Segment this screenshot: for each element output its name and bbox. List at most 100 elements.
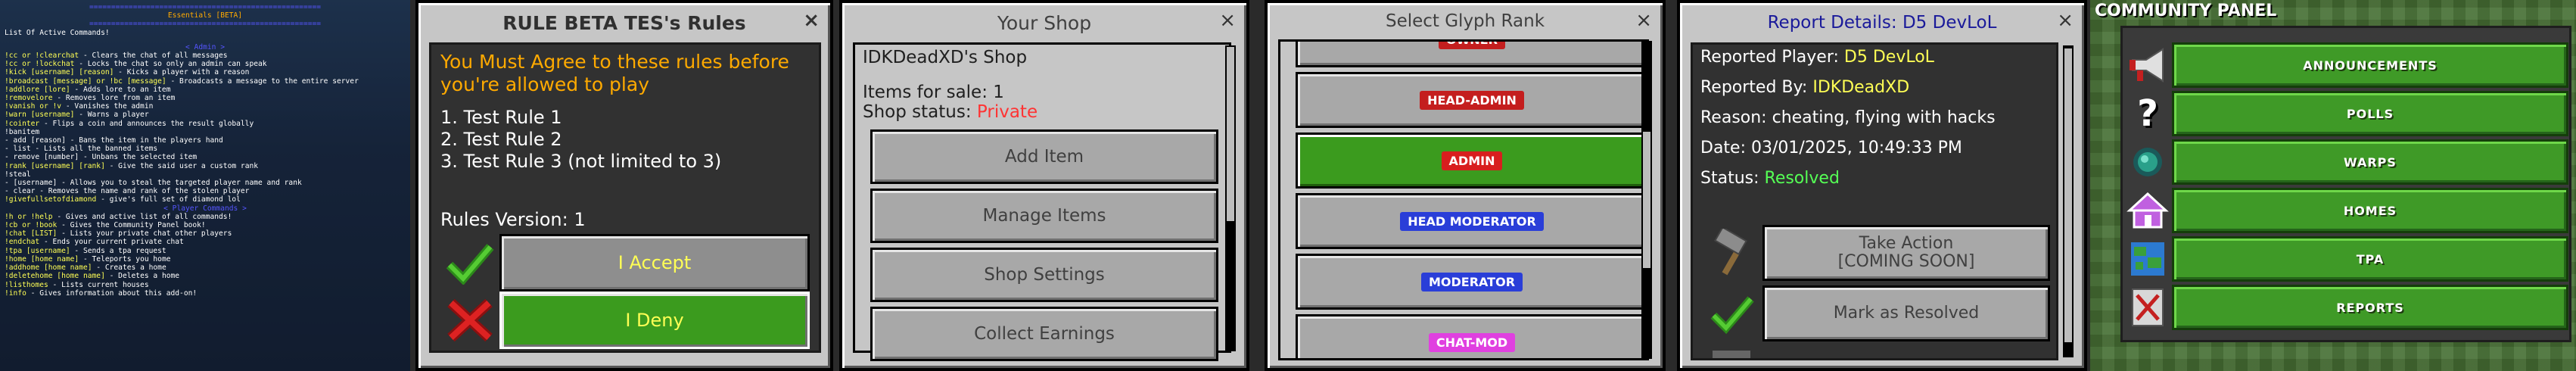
chat-line: !warn [username] - Warns a player	[5, 111, 149, 120]
community-item-reports[interactable]: REPORTS	[2123, 285, 2568, 330]
chat-line: !givefullsetofdiamond - give's full set …	[5, 195, 241, 204]
chat-line: !vanish or !v - Vanishes the admin	[5, 102, 154, 111]
rank-option-chat-mod[interactable]: CHAT-MOD	[1296, 314, 1647, 358]
reported-player: Reported Player: D5 DevLoL	[1700, 48, 1934, 67]
shop-settings-button[interactable]: Shop Settings	[870, 248, 1218, 302]
shop-owner: IDKDeadXD's Shop	[863, 48, 1028, 67]
rank-option-head-admin[interactable]: HEAD-ADMIN	[1296, 72, 1647, 128]
rank-option-admin[interactable]: ADMIN	[1296, 132, 1647, 189]
scrollbar-thumb[interactable]	[1643, 132, 1650, 268]
rank-tag: ADMIN	[1441, 151, 1503, 170]
chat-line: !endchat - Ends your current private cha…	[5, 238, 184, 247]
chat-line: !addlore [lore] - Adds lore to an item	[5, 85, 171, 94]
rule-item: 2. Test Rule 2	[440, 129, 562, 150]
chat-line: - add [reason] - Bans the item in the pl…	[5, 136, 223, 145]
hammer-icon	[1702, 225, 1762, 281]
admin-section-header: < Admin >	[185, 42, 225, 51]
chat-line: !addhome [home name] - Creates a home	[5, 263, 166, 273]
report-details-dialog: Report Details: D5 DevLoL × Reported Pla…	[1674, 0, 2090, 371]
rule-item: 3. Test Rule 3 (not limited to 3)	[440, 151, 722, 172]
community-item-homes[interactable]: HOMES	[2123, 188, 2568, 233]
chat-line: !chat [LIST] - Lists your private chat o…	[5, 229, 232, 238]
scrollbar-thumb[interactable]	[1227, 47, 1234, 221]
megaphone-icon	[2123, 42, 2172, 88]
rank-tag: CHAT-MOD	[1428, 332, 1516, 352]
close-icon[interactable]: ×	[1635, 9, 1652, 32]
rules-title: RULE BETA TES's Rules	[502, 11, 746, 34]
x-mark-icon	[440, 292, 499, 349]
chat-panel: ========================================…	[0, 0, 410, 371]
chat-line: - list - Lists all the banned items	[5, 145, 158, 154]
coming-soon-label: [COMING SOON]	[1837, 252, 1975, 271]
take-action-label: Take Action	[1859, 234, 1954, 253]
deny-button[interactable]: I Deny	[499, 292, 810, 349]
reported-by: Reported By: IDKDeadXD	[1700, 78, 1910, 97]
chat-line: !tpa [username] - Sends a tpa request	[5, 246, 166, 255]
scrollbar-thumb[interactable]	[2064, 48, 2072, 342]
accept-button[interactable]: I Accept	[499, 234, 810, 292]
rules-warning: You Must Agree to these rules before you…	[440, 51, 789, 95]
report-status-value: Resolved	[1764, 169, 1840, 188]
admin-command-list: !cc or !clearchat - Clears the chat of a…	[5, 51, 406, 204]
chat-line: !removelore - Removes lore from an item	[5, 94, 176, 103]
checkmark-icon	[440, 234, 499, 292]
community-panel-title: COMMUNITY PANEL	[2095, 2, 2277, 20]
chat-line: !cb or !book - Gives the Community Panel…	[5, 221, 206, 230]
polls-button[interactable]: POLLS	[2172, 91, 2568, 136]
reported-by-value: IDKDeadXD	[1812, 78, 1910, 97]
chat-line: !rank [username] [rank] - Give the said …	[5, 161, 259, 170]
manage-items-button[interactable]: Manage Items	[870, 189, 1218, 243]
chat-line: !steal	[5, 170, 31, 179]
mark-resolved-button[interactable]: Mark as Resolved	[1762, 285, 2050, 341]
rank-option-head-moderator[interactable]: HEAD MODERATOR	[1296, 193, 1647, 249]
chat-line: !cointer - Flips a coin and announces th…	[5, 119, 254, 128]
close-icon[interactable]: ×	[803, 9, 820, 32]
chat-line: !home [home name] - Teleports you home	[5, 254, 171, 263]
report-status: Status: Resolved	[1700, 169, 1840, 188]
add-item-button[interactable]: Add Item	[870, 129, 1218, 184]
announcements-button[interactable]: ANNOUNCEMENTS	[2172, 42, 2568, 88]
collect-earnings-button[interactable]: Collect Earnings	[870, 307, 1218, 361]
rank-tag: OWNER	[1439, 42, 1505, 49]
rank-option-moderator[interactable]: MODERATOR	[1296, 254, 1647, 310]
rules-version: Rules Version: 1	[440, 209, 586, 230]
community-item-tpa[interactable]: TPA	[2123, 236, 2568, 282]
rule-item: 1. Test Rule 1	[440, 107, 562, 128]
rules-content: You Must Agree to these rules before you…	[429, 42, 821, 353]
community-item-announcements[interactable]: ANNOUNCEMENTS	[2123, 42, 2568, 88]
shop-title: Your Shop	[997, 11, 1092, 34]
community-item-warps[interactable]: WARPS	[2123, 139, 2568, 185]
rank-tag: HEAD-ADMIN	[1420, 90, 1524, 110]
chat-line: !info - Gives information about this add…	[5, 288, 198, 298]
chat-line: - remove [number] - Unbans the selected …	[5, 153, 198, 162]
glyph-title: Select Glyph Rank	[1385, 11, 1545, 31]
shop-items-count: Items for sale: 1	[863, 83, 1004, 102]
report-reason-value: cheating, flying with hacks	[1772, 108, 1996, 127]
warps-button[interactable]: WARPS	[2172, 139, 2568, 185]
rules-dialog: RULE BETA TES's Rules × You Must Agree t…	[412, 0, 836, 371]
tpa-button[interactable]: TPA	[2172, 236, 2568, 282]
rank-option-owner[interactable]: OWNER	[1296, 42, 1647, 67]
chat-line: !broadcast [message] or !bc [message] - …	[5, 76, 359, 86]
checkmark-icon	[1702, 285, 1762, 341]
homes-button[interactable]: HOMES	[2172, 188, 2568, 233]
community-item-polls[interactable]: ? POLLS	[2123, 91, 2568, 136]
chat-line: !deletehome [home name] - Deletes a home	[5, 272, 180, 281]
reported-player-value: D5 DevLoL	[1843, 48, 1934, 67]
report-date-value: 03/01/2025, 10:49:33 PM	[1751, 139, 1962, 157]
shop-content: IDKDeadXD's Shop Items for sale: 1 Shop …	[853, 42, 1231, 361]
rank-tag: MODERATOR	[1420, 272, 1523, 292]
community-panel: COMMUNITY PANEL ANNOUNCEMENTS ? POLLS WA…	[2090, 0, 2576, 371]
next-action-row-partial	[1702, 348, 2050, 363]
take-action-button[interactable]: Take Action [COMING SOON]	[1762, 225, 2050, 281]
reports-button[interactable]: REPORTS	[2172, 285, 2568, 330]
report-reason: Reason: cheating, flying with hacks	[1700, 108, 1996, 127]
close-icon[interactable]: ×	[2057, 9, 2074, 32]
close-icon[interactable]: ×	[1219, 9, 1236, 32]
chat-separator: ========================================…	[89, 3, 322, 11]
chat-line: - clear - Removes the name and rank of t…	[5, 187, 250, 196]
chat-line: - [username] - Allows you to steal the t…	[5, 179, 302, 188]
player-section-header: < Player Commands >	[163, 204, 247, 213]
report-icon	[2123, 285, 2172, 330]
chat-line: !cc or !clearchat - Clears the chat of a…	[5, 51, 228, 61]
